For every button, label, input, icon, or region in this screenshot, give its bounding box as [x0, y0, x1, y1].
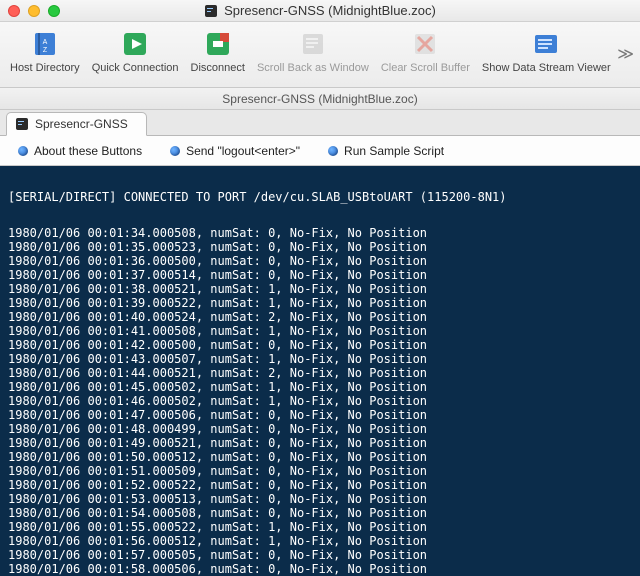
button-label: About these Buttons [34, 144, 142, 158]
svg-text:Z: Z [43, 47, 48, 54]
tab-label: Spresencr-GNSS [35, 117, 128, 131]
bullet-icon [18, 146, 28, 156]
quick-connection-button[interactable]: Quick Connection [88, 26, 183, 76]
tab-strip: Spresencr-GNSS [0, 110, 640, 136]
terminal-header-line: [SERIAL/DIRECT] CONNECTED TO PORT /dev/c… [8, 190, 632, 204]
toolbar-label: Scroll Back as Window [257, 62, 369, 74]
bullet-icon [170, 146, 180, 156]
toolbar-label: Clear Scroll Buffer [381, 62, 470, 74]
terminal-output[interactable]: [SERIAL/DIRECT] CONNECTED TO PORT /dev/c… [0, 166, 640, 576]
session-label: Spresencr-GNSS (MidnightBlue.zoc) [222, 92, 417, 106]
quick-buttons-bar: About these Buttons Send "logout<enter>"… [0, 136, 640, 166]
send-logout-button[interactable]: Send "logout<enter>" [170, 144, 300, 158]
main-toolbar: AZ Host Directory Quick Connection Disco… [0, 22, 640, 88]
session-label-bar: Spresencr-GNSS (MidnightBlue.zoc) [0, 88, 640, 110]
window-title: Spresencr-GNSS (MidnightBlue.zoc) [224, 3, 436, 18]
stream-viewer-icon [530, 28, 562, 60]
terminal-lines: 1980/01/06 00:01:34.000508, numSat: 0, N… [8, 226, 632, 576]
session-tab[interactable]: Spresencr-GNSS [6, 112, 147, 136]
disconnect-icon [202, 28, 234, 60]
disconnect-button[interactable]: Disconnect [187, 26, 249, 76]
bullet-icon [328, 146, 338, 156]
terminal-document-icon [15, 117, 29, 131]
about-buttons-button[interactable]: About these Buttons [18, 144, 142, 158]
scroll-back-window-button: Scroll Back as Window [253, 26, 373, 76]
button-label: Run Sample Script [344, 144, 444, 158]
terminal-document-icon [204, 4, 218, 18]
toolbar-overflow-button[interactable]: ≫ [617, 44, 634, 64]
toolbar-label: Show Data Stream Viewer [482, 62, 611, 74]
scrollback-window-icon [297, 28, 329, 60]
connect-icon [119, 28, 151, 60]
svg-text:A: A [43, 39, 48, 46]
toolbar-label: Quick Connection [92, 62, 179, 74]
book-icon: AZ [29, 28, 61, 60]
window-titlebar: Spresencr-GNSS (MidnightBlue.zoc) [0, 0, 640, 22]
toolbar-label: Host Directory [10, 62, 80, 74]
clear-buffer-icon [409, 28, 441, 60]
host-directory-button[interactable]: AZ Host Directory [6, 26, 84, 76]
clear-scroll-buffer-button: Clear Scroll Buffer [377, 26, 474, 76]
button-label: Send "logout<enter>" [186, 144, 300, 158]
data-stream-viewer-button[interactable]: Show Data Stream Viewer [478, 26, 615, 76]
run-sample-script-button[interactable]: Run Sample Script [328, 144, 444, 158]
toolbar-label: Disconnect [191, 62, 245, 74]
